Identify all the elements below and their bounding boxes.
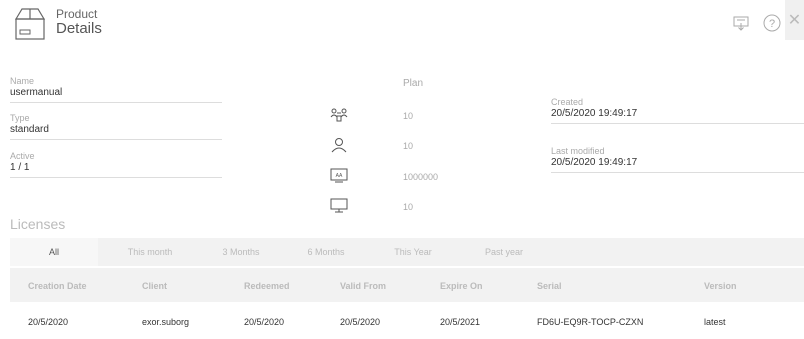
- plan-value: 10: [403, 141, 414, 151]
- last-modified-field: Last modified 20/5/2020 19:49:17: [551, 146, 804, 173]
- monitor-icon: [330, 198, 348, 214]
- name-label: Name: [10, 76, 35, 86]
- last-modified-value: 20/5/2020 19:49:17: [551, 157, 804, 173]
- created-field: Created 20/5/2020 19:49:17: [551, 97, 804, 124]
- licenses-table-header: Creation Date Client Redeemed Valid From…: [10, 268, 804, 302]
- table-row[interactable]: 20/5/2020 exor.suborg 20/5/2020 20/5/202…: [10, 305, 804, 335]
- cell-client: exor.suborg: [142, 317, 190, 327]
- name-value: usermanual: [10, 87, 222, 103]
- page-title-line2: Details: [56, 20, 102, 37]
- column-version[interactable]: Version: [704, 281, 737, 291]
- tab-past-year[interactable]: Past year: [456, 238, 552, 266]
- plan-row-users: 10: [330, 137, 470, 157]
- cell-serial: FD6U-EQ9R-TOCP-CZXN: [537, 317, 644, 327]
- created-value: 20/5/2020 19:49:17: [551, 108, 804, 124]
- created-label: Created: [551, 97, 584, 107]
- monitor-download-icon: [733, 16, 749, 31]
- licenses-title: Licenses: [10, 216, 66, 232]
- active-field: Active 1 / 1: [10, 151, 222, 178]
- column-client[interactable]: Client: [142, 281, 167, 291]
- network-users-icon: [330, 107, 348, 123]
- close-icon: ✕: [787, 12, 802, 29]
- column-expire-on[interactable]: Expire On: [440, 281, 483, 291]
- tab-all[interactable]: All: [10, 238, 98, 266]
- close-button[interactable]: ✕: [785, 0, 804, 40]
- page-header: Product Details ? ✕: [0, 0, 804, 50]
- cell-version: latest: [704, 317, 726, 327]
- plan-value: 10: [403, 202, 414, 212]
- name-field: Name usermanual: [10, 76, 222, 103]
- column-redeemed[interactable]: Redeemed: [244, 281, 290, 291]
- type-value: standard: [10, 124, 222, 140]
- svg-text:AA: AA: [336, 173, 343, 179]
- active-value: 1 / 1: [10, 162, 222, 178]
- cell-creation-date: 20/5/2020: [28, 317, 69, 327]
- cell-valid-from: 20/5/2020: [340, 317, 381, 327]
- tab-3-months[interactable]: 3 Months: [200, 238, 282, 266]
- type-field: Type standard: [10, 113, 222, 140]
- cell-redeemed: 20/5/2020: [244, 317, 285, 327]
- help-button[interactable]: ?: [761, 12, 783, 34]
- column-creation-date[interactable]: Creation Date: [28, 281, 87, 291]
- cell-expire-on: 20/5/2021: [440, 317, 481, 327]
- plan-title: Plan: [403, 78, 424, 89]
- plan-row-data: AA 1000000: [330, 168, 470, 188]
- active-label: Active: [10, 151, 35, 161]
- column-serial[interactable]: Serial: [537, 281, 562, 291]
- plan-row-devices: 10: [330, 198, 470, 218]
- export-button[interactable]: [730, 12, 752, 34]
- help-circle-icon: ?: [763, 14, 781, 32]
- plan-row-network-users: 10: [330, 107, 470, 127]
- svg-text:?: ?: [769, 18, 775, 30]
- plan-value: 1000000: [403, 172, 439, 182]
- tab-this-year[interactable]: This Year: [370, 238, 456, 266]
- tab-this-month[interactable]: This month: [102, 238, 198, 266]
- box-icon: [14, 7, 46, 41]
- data-screen-icon: AA: [330, 168, 348, 184]
- page-title-line1: Product: [56, 7, 98, 21]
- plan-value: 10: [403, 111, 414, 121]
- user-icon: [330, 137, 348, 153]
- license-filter-tabs: All This month 3 Months 6 Months This Ye…: [10, 238, 804, 266]
- tab-6-months[interactable]: 6 Months: [282, 238, 370, 266]
- type-label: Type: [10, 113, 30, 123]
- last-modified-label: Last modified: [551, 146, 605, 156]
- column-valid-from[interactable]: Valid From: [340, 281, 386, 291]
